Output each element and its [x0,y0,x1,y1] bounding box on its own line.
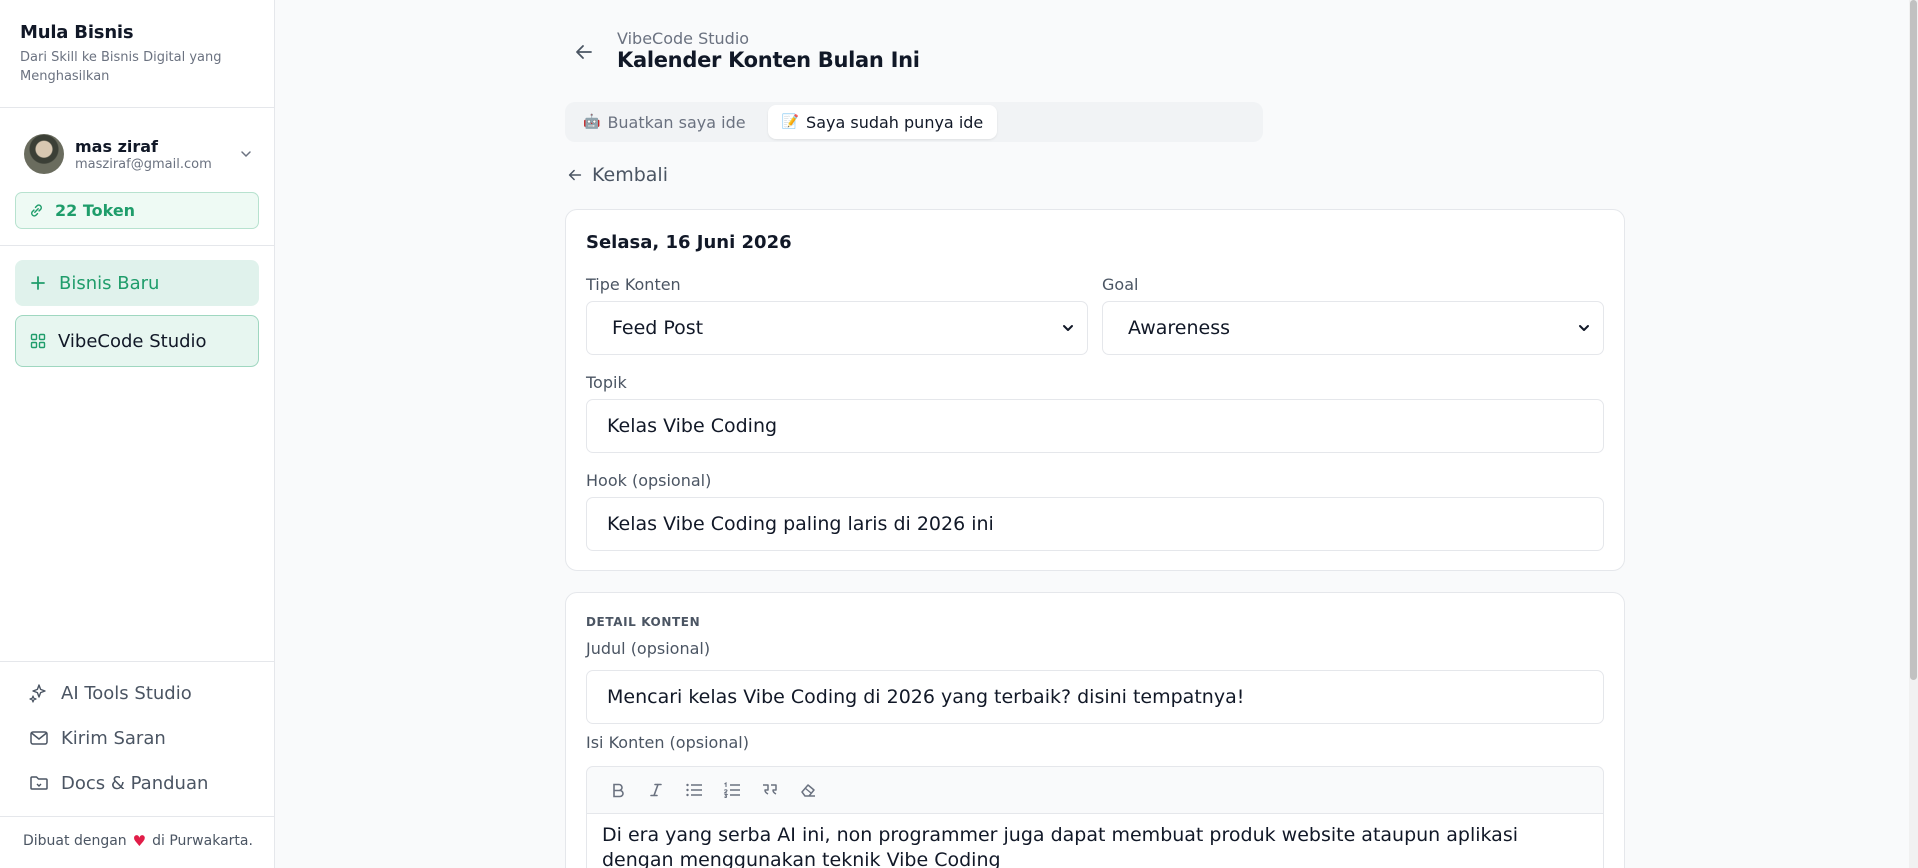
user-menu[interactable]: mas ziraf masziraf@gmail.com [24,134,254,174]
token-label: 22 Token [55,201,136,220]
bold-button[interactable] [599,775,637,805]
link-icon [31,204,42,217]
arrow-left-icon [568,169,582,181]
scrollbar-thumb[interactable] [1910,0,1917,680]
numbered-list-icon [723,782,740,798]
user-info: mas ziraf masziraf@gmail.com [75,137,238,172]
sparkles-icon [29,684,46,703]
folder-icon [30,776,48,790]
chevron-down-icon[interactable] [238,146,254,162]
divider [0,245,274,246]
sidebar-item-label: Docs & Panduan [61,772,209,794]
tab-generate-ideas[interactable]: 🤖 Buatkan saya ide [569,105,760,139]
sidebar-item-label: VibeCode Studio [58,330,207,352]
memo-icon: 📝 [781,114,800,130]
avatar [24,134,64,174]
page-title: Kalender Konten Bulan Ini [617,48,920,72]
mail-icon [30,731,48,745]
heart-icon: ♥ [132,832,147,850]
body-label: Isi Konten (opsional) [586,733,749,752]
chevron-down-icon [1063,325,1073,331]
editor-toolbar [586,766,1604,814]
breadcrumb: VibeCode Studio [617,29,750,48]
sidebar-item-vibecode-studio[interactable]: VibeCode Studio [15,315,259,367]
content-body-editor[interactable]: Di era yang serba AI ini, non programmer… [586,813,1604,868]
bullet-list-button[interactable] [675,775,713,805]
back-label: Kembali [592,164,668,186]
brand: Mula Bisnis Dari Skill ke Bisnis Digital… [20,22,260,86]
content-type-label: Tipe Konten [586,275,681,294]
divider [0,107,274,108]
new-business-label: Bisnis Baru [59,272,160,294]
goal-value: Awareness [1128,317,1231,339]
hook-label: Hook (opsional) [586,471,712,490]
section-title: DETAIL KONTEN [586,615,701,629]
user-name: mas ziraf [75,136,159,156]
sidebar: Mula Bisnis Dari Skill ke Bisnis Digital… [0,0,275,868]
bold-icon [613,783,624,798]
italic-button[interactable] [637,775,675,805]
goal-select[interactable]: Awareness [1102,301,1604,355]
content-detail-card: DETAIL KONTEN Judul (opsional) Mencari k… [565,592,1625,868]
plus-icon [31,276,45,290]
tab-have-idea[interactable]: 📝 Saya sudah punya ide [767,105,998,139]
tab-label: Saya sudah punya ide [806,112,984,132]
eraser-icon [801,784,815,797]
divider [0,816,274,817]
token-balance: 22 Token [15,192,259,229]
scrollbar[interactable] [1909,0,1918,868]
content-type-value: Feed Post [612,317,704,339]
bullet-list-icon [686,783,702,797]
sidebar-item-kirim-saran[interactable]: Kirim Saran [29,725,166,751]
back-button[interactable]: Kembali [566,164,668,186]
tab-label: Buatkan saya ide [607,112,746,132]
title-input[interactable]: Mencari kelas Vibe Coding di 2026 yang t… [586,670,1604,724]
topic-label: Topik [586,373,627,392]
chevron-down-icon [1579,325,1589,331]
sidebar-item-ai-tools-studio[interactable]: AI Tools Studio [29,680,192,706]
topic-input[interactable]: Kelas Vibe Coding [586,399,1604,453]
user-email: masziraf@gmail.com [75,156,212,172]
quote-button[interactable] [751,775,789,805]
grid-icon [30,333,46,349]
clear-format-button[interactable] [789,775,827,805]
new-business-button[interactable]: Bisnis Baru [15,260,259,306]
footer-prefix: Dibuat dengan [23,833,127,849]
date-title: Selasa, 16 Juni 2026 [586,232,792,253]
footer: Dibuat dengan ♥ di Purwakarta. [23,832,253,850]
back-arrow-icon[interactable] [572,40,596,64]
sidebar-item-docs-panduan[interactable]: Docs & Panduan [29,770,208,796]
numbered-list-button[interactable] [713,775,751,805]
footer-suffix: di Purwakarta. [152,833,253,849]
mode-tabs: 🤖 Buatkan saya ide 📝 Saya sudah punya id… [565,102,1263,142]
title-label: Judul (opsional) [586,639,711,658]
divider [0,661,274,662]
content-type-select[interactable]: Feed Post [586,301,1088,355]
main-content: VibeCode Studio Kalender Konten Bulan In… [276,0,1918,868]
brand-title: Mula Bisnis [20,22,134,43]
hook-input[interactable]: Kelas Vibe Coding paling laris di 2026 i… [586,497,1604,551]
content-form-card: Selasa, 16 Juni 2026 Tipe Konten Feed Po… [565,209,1625,571]
sidebar-item-label: AI Tools Studio [61,682,192,704]
brand-subtitle: Dari Skill ke Bisnis Digital yang Mengha… [20,50,222,84]
italic-icon [650,783,662,797]
goal-label: Goal [1102,275,1139,294]
robot-icon: 🤖 [583,114,601,130]
quote-icon [763,784,777,795]
sidebar-item-label: Kirim Saran [61,727,166,749]
